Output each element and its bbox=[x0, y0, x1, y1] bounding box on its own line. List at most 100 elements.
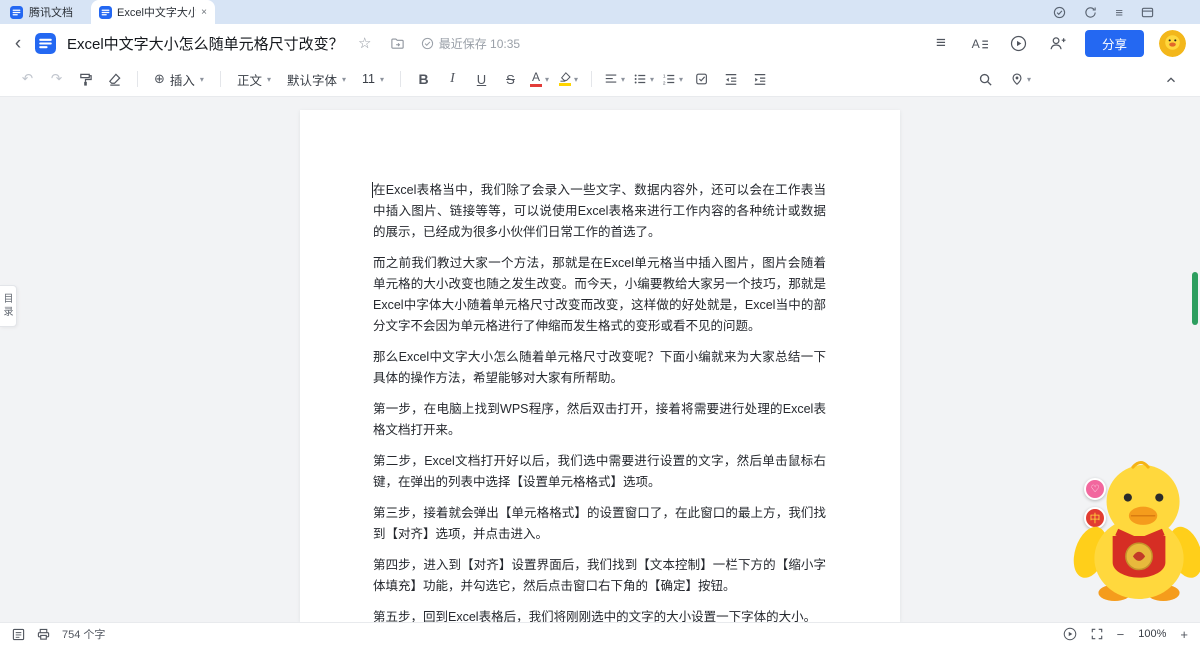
paragraph[interactable]: 第一步，在电脑上找到WPS程序，然后双击打开，接着将需要进行处理的Excel表格… bbox=[373, 399, 826, 441]
highlight-color-bar bbox=[558, 83, 571, 86]
status-bar: 754 个字 − 100% + bbox=[0, 622, 1200, 645]
tab-document-active[interactable]: Excel中文字大小怎么随单元格尺寸改变？ × bbox=[91, 0, 215, 24]
back-button[interactable]: ‹ bbox=[10, 34, 26, 53]
formatting-toolbar: ↶ ↷ ⊕ 插入 ▾ 正文 ▾ 默认字体 ▾ 11 ▾ B I U S A ▾ bbox=[0, 62, 1200, 97]
move-to-folder-icon[interactable] bbox=[386, 31, 410, 55]
strikethrough-icon[interactable]: S bbox=[497, 66, 524, 92]
undo-icon[interactable]: ↶ bbox=[14, 66, 41, 92]
doc-favicon bbox=[99, 5, 112, 19]
text-cursor bbox=[372, 182, 373, 198]
search-icon[interactable] bbox=[972, 66, 999, 92]
star-icon[interactable]: ☆ bbox=[353, 31, 377, 55]
header-actions: ≡ A 分享 bbox=[929, 29, 1186, 57]
italic-icon[interactable]: I bbox=[439, 66, 466, 92]
paragraph[interactable]: 第五步，回到Excel表格后，我们将刚刚选中的文字的大小设置一下字体的大小。 bbox=[373, 607, 826, 622]
document-page[interactable]: 在Excel表格当中，我们除了会录入一些文字、数据内容外，还可以会在工作表当中插… bbox=[300, 110, 900, 622]
divider bbox=[137, 71, 138, 87]
page-overview-icon[interactable] bbox=[12, 628, 25, 641]
chevron-down-icon: ▾ bbox=[1026, 74, 1031, 84]
browser-tab-bar: 腾讯文档 Excel中文字大小怎么随单元格尺寸改变？ × ≡ bbox=[0, 0, 1200, 24]
header-menu-icon[interactable]: ≡ bbox=[929, 31, 953, 55]
font-family-dropdown[interactable]: 默认字体 ▾ bbox=[280, 66, 353, 92]
insert-plus-icon: ⊕ bbox=[154, 71, 165, 86]
collapse-toolbar-icon[interactable] bbox=[1157, 67, 1184, 93]
play-demo-icon[interactable] bbox=[1007, 31, 1031, 55]
zoom-level[interactable]: 100% bbox=[1138, 628, 1166, 640]
save-status-text: 最近保存 10:35 bbox=[438, 36, 521, 51]
svg-text:A: A bbox=[972, 37, 981, 51]
align-dropdown[interactable]: ▾ bbox=[601, 66, 628, 92]
paragraph-style-label: 正文 bbox=[236, 73, 262, 88]
location-dropdown[interactable]: ▾ bbox=[1007, 66, 1034, 92]
tencent-docs-favicon bbox=[10, 5, 23, 19]
chevron-down-icon: ▾ bbox=[199, 74, 204, 84]
chevron-down-icon: ▾ bbox=[621, 74, 626, 84]
browser-menu-icon[interactable]: ≡ bbox=[1115, 5, 1123, 20]
add-collaborator-icon[interactable] bbox=[1046, 31, 1070, 55]
redo-icon[interactable]: ↷ bbox=[43, 66, 70, 92]
chevron-down-icon: ▾ bbox=[341, 74, 346, 84]
svg-text:1: 1 bbox=[663, 73, 666, 79]
chevron-down-icon: ▾ bbox=[573, 74, 578, 84]
zoom-in-icon[interactable]: + bbox=[1180, 627, 1188, 642]
font-size-value: 11 bbox=[362, 72, 375, 86]
checklist-icon[interactable] bbox=[688, 66, 715, 92]
tab-document-label: Excel中文字大小怎么随单元格尺寸改变？ bbox=[117, 7, 197, 19]
word-count: 754 个字 bbox=[62, 629, 106, 641]
chevron-down-icon: ▾ bbox=[379, 74, 384, 84]
tab-home[interactable]: 腾讯文档 bbox=[0, 0, 91, 24]
paragraph[interactable]: 第二步，Excel文档打开好以后，我们选中需要进行设置的文字，然后单击鼠标右键，… bbox=[373, 451, 826, 493]
bullet-list-dropdown[interactable]: ▾ bbox=[630, 66, 657, 92]
tencent-docs-logo[interactable] bbox=[35, 32, 56, 54]
paragraph[interactable]: 第四步，进入到【对齐】设置界面后，我们找到【文本控制】一栏下方的【缩小字体填充】… bbox=[373, 555, 826, 597]
paragraph-style-dropdown[interactable]: 正文 ▾ bbox=[230, 66, 278, 92]
font-color-icon: A bbox=[529, 70, 542, 87]
paragraph[interactable]: 那么Excel中文字大小怎么随着单元格尺寸改变呢？下面小编就来为大家总结一下具体… bbox=[373, 347, 826, 389]
highlight-color-dropdown[interactable]: ▾ bbox=[555, 66, 582, 92]
user-avatar[interactable] bbox=[1159, 29, 1186, 57]
chevron-down-icon: ▾ bbox=[266, 74, 271, 84]
fullscreen-icon[interactable] bbox=[1091, 628, 1103, 640]
zoom-out-icon[interactable]: − bbox=[1117, 627, 1125, 642]
indent-icon[interactable] bbox=[746, 66, 773, 92]
document-header: ‹ Excel中文字大小怎么随单元格尺寸改变？ ☆ 最近保存 10:35 ≡ A… bbox=[0, 24, 1200, 62]
status-check-icon[interactable] bbox=[1053, 6, 1066, 19]
highlight-icon bbox=[558, 72, 571, 86]
chevron-down-icon: ▾ bbox=[650, 74, 655, 84]
numbered-list-dropdown[interactable]: 12 ▾ bbox=[659, 66, 686, 92]
paragraph[interactable]: 而之前我们教过大家一个方法，那就是在Excel单元格当中插入图片，图片会随着单元… bbox=[373, 253, 826, 337]
clear-format-icon[interactable] bbox=[101, 66, 128, 92]
bold-icon[interactable]: B bbox=[410, 66, 437, 92]
toolbar-right-group: ▾ bbox=[972, 66, 1034, 92]
scrollbar-thumb[interactable] bbox=[1192, 272, 1198, 325]
font-color-dropdown[interactable]: A ▾ bbox=[526, 66, 553, 92]
paragraph[interactable]: 在Excel表格当中，我们除了会录入一些文字、数据内容外，还可以会在工作表当中插… bbox=[373, 180, 826, 243]
document-canvas: 在Excel表格当中，我们除了会录入一些文字、数据内容外，还可以会在工作表当中插… bbox=[0, 97, 1200, 622]
format-painter-icon[interactable] bbox=[72, 66, 99, 92]
page-title: Excel中文字大小怎么随单元格尺寸改变？ bbox=[67, 35, 344, 53]
chevron-down-icon: ▾ bbox=[679, 74, 684, 84]
chevron-down-icon: ▾ bbox=[544, 74, 549, 84]
toc-tab[interactable]: 目录 bbox=[0, 285, 17, 327]
font-color-bar bbox=[529, 84, 542, 87]
tab-home-label: 腾讯文档 bbox=[29, 7, 73, 19]
font-family-label: 默认字体 bbox=[286, 73, 337, 88]
window-icon[interactable] bbox=[1141, 6, 1154, 19]
share-button[interactable]: 分享 bbox=[1084, 29, 1144, 57]
tab-close-icon[interactable]: × bbox=[201, 7, 207, 18]
present-icon[interactable] bbox=[1063, 627, 1077, 641]
divider bbox=[219, 71, 221, 87]
insert-label: 插入 bbox=[169, 73, 195, 88]
duck-mascot[interactable] bbox=[1072, 461, 1200, 603]
divider bbox=[591, 71, 592, 87]
print-layout-icon[interactable] bbox=[37, 628, 50, 641]
font-size-dropdown[interactable]: 11 ▾ bbox=[355, 66, 391, 92]
refresh-icon[interactable] bbox=[1084, 6, 1097, 19]
outdent-icon[interactable] bbox=[717, 66, 744, 92]
paragraph[interactable]: 第三步，接着就会弹出【单元格格式】的设置窗口了，在此窗口的最上方，我们找到【对齐… bbox=[373, 503, 826, 545]
text-adjust-icon[interactable]: A bbox=[968, 31, 992, 55]
save-status: 最近保存 10:35 bbox=[421, 35, 520, 52]
insert-dropdown[interactable]: ⊕ 插入 ▾ bbox=[147, 66, 211, 92]
underline-icon[interactable]: U bbox=[468, 66, 495, 92]
font-color-letter: A bbox=[531, 70, 540, 84]
